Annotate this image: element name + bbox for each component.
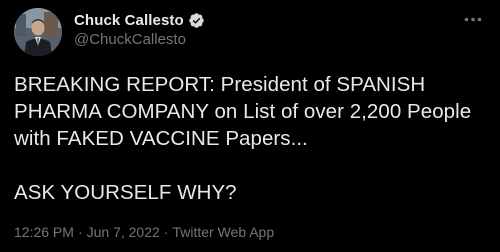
tweet-time: 12:26 PM xyxy=(14,224,74,240)
tweet-metadata: 12:26 PM · Jun 7, 2022 · Twitter Web App xyxy=(14,224,274,240)
avatar-image xyxy=(14,8,62,56)
tweet-card: Chuck Callesto @ChuckCallesto BREAKING R… xyxy=(0,0,500,252)
tweet-source-link[interactable]: Twitter Web App xyxy=(172,224,274,240)
more-options-icon xyxy=(464,17,482,21)
tweet-date: Jun 7, 2022 xyxy=(86,224,160,240)
avatar[interactable] xyxy=(14,8,62,56)
tweet-header: Chuck Callesto @ChuckCallesto xyxy=(74,10,205,48)
metadata-separator: · xyxy=(163,224,169,240)
name-row: Chuck Callesto xyxy=(74,10,205,30)
metadata-separator: · xyxy=(77,224,83,240)
author-display-name[interactable]: Chuck Callesto xyxy=(74,12,184,29)
tweet-timestamp-link[interactable]: 12:26 PM · Jun 7, 2022 xyxy=(14,224,160,240)
more-options-button[interactable] xyxy=(462,10,484,28)
author-handle[interactable]: @ChuckCallesto xyxy=(74,31,205,48)
verified-badge-icon xyxy=(188,12,205,29)
tweet-text: BREAKING REPORT: President of SPANISH PH… xyxy=(14,73,472,204)
